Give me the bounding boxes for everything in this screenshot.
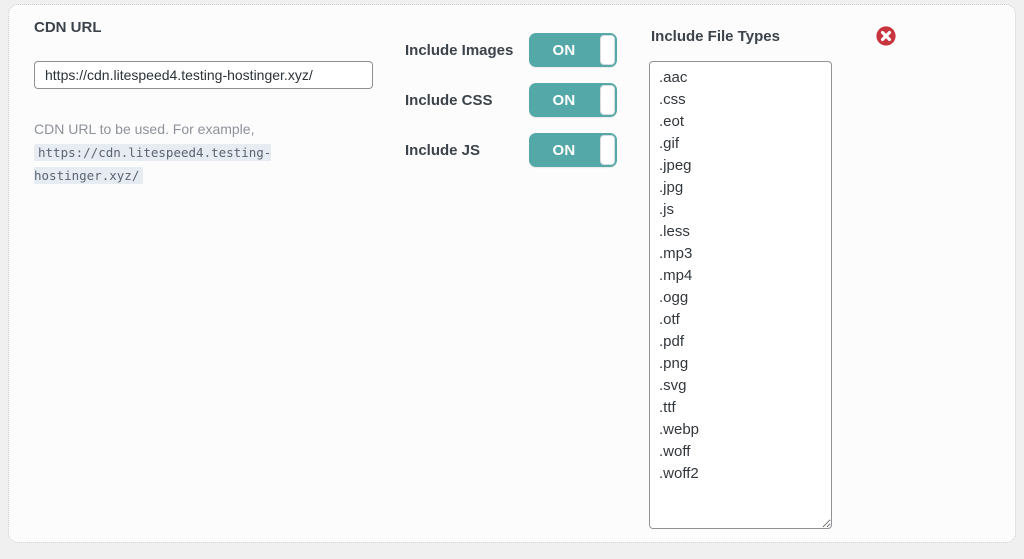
cdn-url-example-code: https://cdn.litespeed4.testing-hostinger… — [34, 144, 271, 184]
include-css-label: Include CSS — [405, 92, 493, 109]
include-css-toggle[interactable]: ON — [529, 83, 617, 117]
toggle-knob — [600, 85, 615, 115]
cdn-url-description: CDN URL to be used. For example, https:/… — [34, 118, 372, 187]
toggle-state-label: ON — [529, 33, 599, 67]
cdn-url-label: CDN URL — [34, 19, 102, 36]
file-types-textarea[interactable] — [649, 61, 832, 529]
cdn-url-description-text: CDN URL to be used. For example, — [34, 121, 254, 137]
toggle-state-label: ON — [529, 133, 599, 167]
circle-x-dismiss-icon — [875, 25, 897, 47]
cdn-settings-card: CDN URL CDN URL to be used. For example,… — [8, 4, 1016, 543]
cdn-url-input[interactable] — [34, 61, 373, 89]
include-js-row: Include JS ON — [405, 133, 617, 167]
include-js-toggle[interactable]: ON — [529, 133, 617, 167]
toggle-knob — [600, 135, 615, 165]
include-js-label: Include JS — [405, 142, 480, 159]
include-images-label: Include Images — [405, 42, 513, 59]
page-background: { "card": { "cdn_url": { "label": "CDN U… — [0, 0, 1024, 559]
file-types-label: Include File Types — [651, 28, 780, 45]
toggle-knob — [600, 35, 615, 65]
file-types-header: Include File Types — [651, 24, 897, 48]
include-css-row: Include CSS ON — [405, 83, 617, 117]
toggle-state-label: ON — [529, 83, 599, 117]
dismiss-reset-button[interactable] — [875, 25, 897, 47]
include-images-row: Include Images ON — [405, 33, 617, 67]
include-images-toggle[interactable]: ON — [529, 33, 617, 67]
